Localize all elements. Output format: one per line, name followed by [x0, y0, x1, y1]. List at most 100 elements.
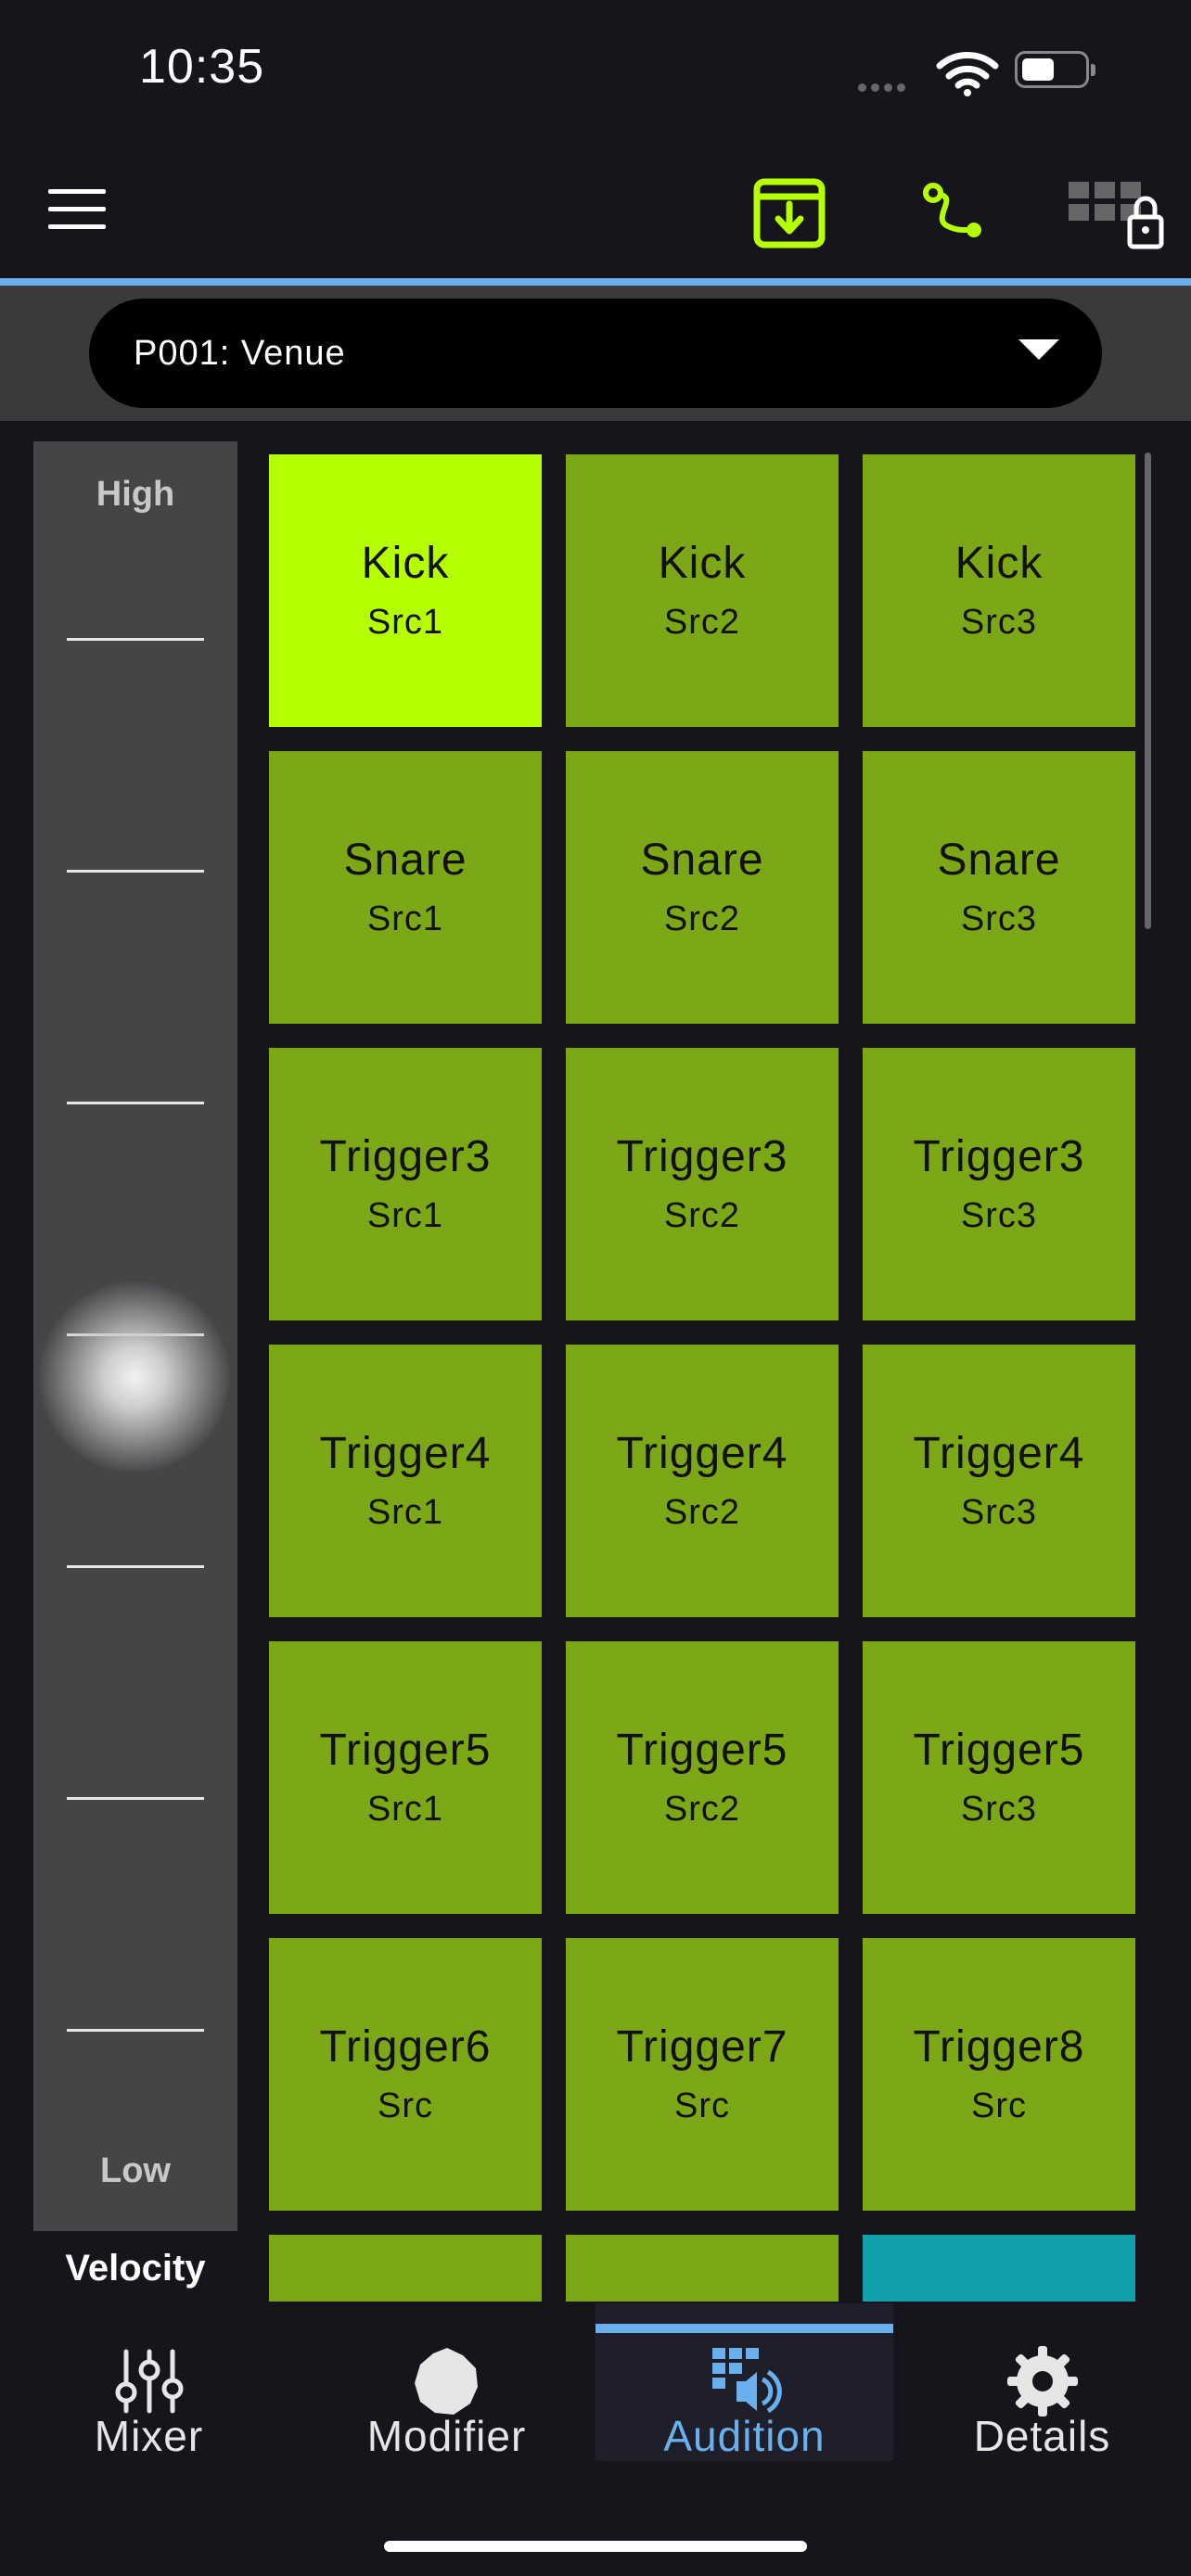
pad[interactable] — [269, 2235, 542, 2302]
pad-name: Trigger5 — [319, 1726, 492, 1775]
velocity-high-label: High — [96, 475, 175, 514]
toolbar-divider — [0, 278, 1191, 286]
velocity-knob[interactable] — [39, 1282, 230, 1473]
pad[interactable]: Kick Src3 — [863, 454, 1135, 727]
pad-source: Src2 — [663, 899, 741, 938]
velocity-tick — [67, 870, 204, 873]
tab-audition[interactable]: Audition — [596, 2303, 893, 2461]
pad[interactable]: Trigger5 Src3 — [863, 1641, 1135, 1914]
pad-scrollbar[interactable] — [1145, 453, 1151, 929]
pad-grid: Kick Src1 Kick Src2 Kick Src3 Snare Src1 Sna… — [269, 454, 1139, 2302]
tab-label: Audition — [663, 2412, 826, 2460]
pad-name: Trigger3 — [319, 1132, 492, 1181]
pad-name: Snare — [937, 835, 1061, 885]
velocity-tick — [67, 1565, 204, 1568]
velocity-tick — [67, 2029, 204, 2032]
hamburger-icon[interactable] — [48, 189, 106, 230]
pad[interactable] — [863, 2235, 1135, 2302]
pad-source: Src3 — [960, 899, 1038, 938]
preset-band: P001: Venue — [0, 286, 1191, 421]
pad[interactable]: Trigger4 Src1 — [269, 1345, 542, 1617]
pad-source: Src3 — [960, 1790, 1038, 1829]
pad[interactable]: Trigger4 Src2 — [566, 1345, 839, 1617]
pad[interactable]: Trigger3 Src3 — [863, 1048, 1135, 1320]
wifi-icon — [936, 52, 999, 96]
velocity-tick — [67, 1797, 204, 1800]
tab-label: Details — [973, 2412, 1111, 2460]
pad-name: Trigger4 — [616, 1429, 788, 1478]
pad-name: Trigger4 — [319, 1429, 492, 1478]
pad[interactable]: Snare Src1 — [269, 751, 542, 1024]
pad-name: Kick — [954, 539, 1044, 588]
pad-name: Snare — [343, 835, 467, 885]
battery-icon — [1015, 51, 1095, 88]
pad-source: Src — [378, 2086, 433, 2125]
modifier-shape-icon — [415, 2348, 478, 2415]
preset-label: P001: Venue — [134, 334, 346, 373]
pad[interactable] — [566, 2235, 839, 2302]
pad[interactable]: Trigger4 Src3 — [863, 1345, 1135, 1617]
status-time: 10:35 — [139, 40, 265, 94]
velocity-tick — [67, 1102, 204, 1104]
pad[interactable]: Trigger5 Src2 — [566, 1641, 839, 1914]
pad-source: Src1 — [366, 1790, 444, 1829]
pad-source: Src3 — [960, 603, 1038, 642]
pad-source: Src2 — [663, 1493, 741, 1532]
gear-icon — [1007, 2346, 1078, 2417]
preset-dropdown[interactable]: P001: Venue — [89, 299, 1102, 408]
velocity-caption: Velocity — [65, 2248, 206, 2289]
pad-source: Src2 — [663, 1790, 741, 1829]
velocity-slider[interactable]: High Low — [33, 441, 237, 2231]
tab-mixer[interactable]: Mixer — [0, 2303, 298, 2461]
velocity-tick — [67, 638, 204, 641]
pad-source: Src1 — [366, 603, 444, 642]
velocity-low-label: Low — [100, 2151, 171, 2190]
pad-name: Trigger6 — [319, 2022, 492, 2072]
signal-icon — [858, 80, 917, 92]
toolbar — [0, 139, 1191, 278]
pad-source: Src3 — [960, 1196, 1038, 1235]
pad[interactable]: Snare Src2 — [566, 751, 839, 1024]
tab-modifier[interactable]: Modifier — [298, 2303, 596, 2461]
pad-name: Trigger3 — [913, 1132, 1085, 1181]
pad-source: Src2 — [663, 603, 741, 642]
pad-source: Src1 — [366, 1493, 444, 1532]
tab-label: Modifier — [366, 2412, 527, 2460]
download-icon[interactable] — [749, 172, 829, 252]
pad[interactable]: Snare Src3 — [863, 751, 1135, 1024]
pad-name: Trigger3 — [616, 1132, 788, 1181]
pad[interactable]: Trigger7 Src — [566, 1938, 839, 2211]
status-bar: 10:35 — [0, 0, 1191, 139]
pad-name: Trigger8 — [913, 2022, 1085, 2072]
pad[interactable]: Kick Src2 — [566, 454, 839, 727]
pad[interactable]: Trigger5 Src1 — [269, 1641, 542, 1914]
pad[interactable]: Kick Src1 — [269, 454, 542, 727]
mixer-sliders-icon — [115, 2349, 184, 2414]
pad-source: Src2 — [663, 1196, 741, 1235]
grid-lock-icon[interactable] — [1067, 172, 1169, 252]
pad-name: Snare — [640, 835, 764, 885]
caret-down-icon — [1018, 339, 1059, 360]
pad[interactable]: Trigger3 Src2 — [566, 1048, 839, 1320]
pad[interactable]: Trigger6 Src — [269, 1938, 542, 2211]
tab-label: Mixer — [94, 2412, 204, 2460]
pad-name: Kick — [658, 539, 747, 588]
tab-bar: Mixer Modifier Audition Details — [0, 2303, 1191, 2461]
pad-source: Src — [674, 2086, 730, 2125]
home-indicator[interactable] — [384, 2541, 807, 2552]
pad-source: Src1 — [366, 1196, 444, 1235]
pad[interactable]: Trigger8 Src — [863, 1938, 1135, 2211]
pad-name: Trigger4 — [913, 1429, 1085, 1478]
route-icon[interactable] — [913, 172, 992, 252]
pad-source: Src — [971, 2086, 1027, 2125]
audition-icon — [712, 2348, 782, 2414]
pad-name: Trigger7 — [616, 2022, 788, 2072]
tab-selected-indicator — [596, 2324, 893, 2333]
pad-source: Src1 — [366, 899, 444, 938]
pad-name: Trigger5 — [616, 1726, 788, 1775]
tab-details[interactable]: Details — [893, 2303, 1191, 2461]
pad[interactable]: Trigger3 Src1 — [269, 1048, 542, 1320]
pad-name: Kick — [361, 539, 450, 588]
pad-source: Src3 — [960, 1493, 1038, 1532]
pad-name: Trigger5 — [913, 1726, 1085, 1775]
